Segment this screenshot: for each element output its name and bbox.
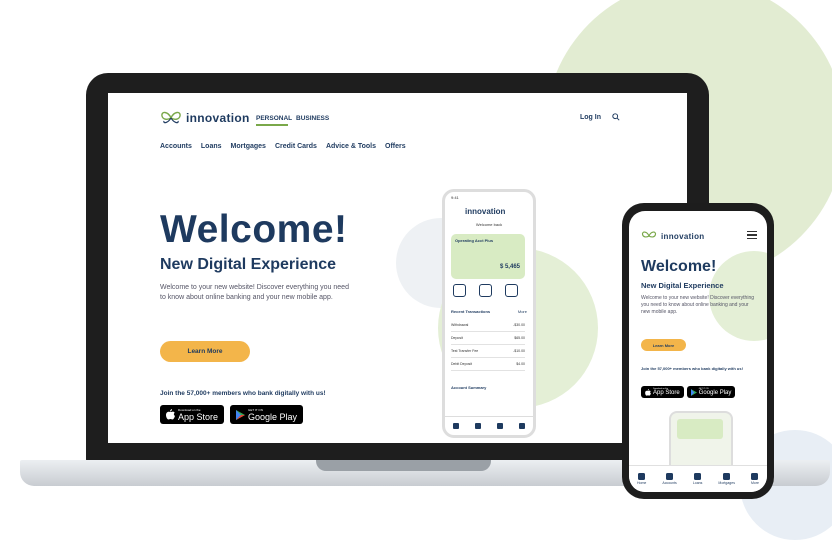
site-header: innovation PERSONAL BUSINESS Log In Acco… — [108, 93, 687, 158]
hamburger-menu-icon[interactable] — [747, 231, 757, 239]
mockup-quick-actions — [453, 284, 518, 297]
mockup-recent-title: Recent Transactions — [451, 309, 491, 314]
phone-hero-title: Welcome! — [641, 258, 717, 275]
transaction-amount: $4.00 — [516, 362, 525, 366]
mockup-balance: $ 5,465 — [499, 264, 520, 270]
mockup-account-summary: Account Summary — [451, 385, 487, 390]
join-text: Join the 57,000+ members who bank digita… — [160, 390, 326, 397]
transaction-amount: -$30.00 — [513, 323, 525, 327]
hero-body: Welcome to your new website! Discover ev… — [160, 284, 349, 301]
transaction-desc: Deposit — [451, 336, 463, 340]
tab-more[interactable]: More — [751, 473, 759, 485]
tab-home[interactable]: Home — [637, 473, 646, 485]
phone-logo[interactable]: innovation — [641, 231, 704, 241]
segment-business[interactable]: BUSINESS — [296, 115, 329, 122]
mockup-status-time: 9:41 — [451, 195, 459, 200]
butterfly-logo-icon — [161, 111, 181, 124]
login-link[interactable]: Log In — [580, 114, 601, 121]
home-icon — [453, 423, 459, 429]
list-item: Withdrawal -$30.00 — [451, 319, 525, 332]
google-play-text: Google Play — [698, 390, 732, 397]
butterfly-logo-icon — [641, 231, 657, 238]
site-logo[interactable]: innovation — [160, 111, 250, 125]
app-store-badge[interactable]: Download on the App Store — [160, 405, 225, 424]
app-mockup-phone: 9:41 innovation Welcome back Operating A… — [442, 189, 536, 438]
phone-tabbar: Home Accounts Loans Mortgages More — [629, 465, 767, 492]
search-icon[interactable] — [612, 113, 620, 121]
mockup-welcome: Welcome back — [475, 222, 503, 227]
phone-hero-body: Welcome to your new website! Discover ev… — [641, 295, 755, 315]
tab-label: More — [750, 481, 759, 485]
mockup-logo: innovation — [465, 207, 506, 216]
google-play-badge[interactable]: GET IT ON Google Play — [230, 405, 304, 424]
list-item: Deposit $65.00 — [451, 332, 525, 345]
mockup-account-card: Operating Acct Plus $ 5,465 — [451, 234, 525, 279]
transfer-icon — [453, 284, 466, 297]
tab-label: Accounts — [662, 481, 677, 485]
segment-personal[interactable]: PERSONAL — [256, 115, 292, 122]
transaction-amount: $65.00 — [514, 336, 525, 340]
google-play-text: Google Play — [248, 411, 298, 422]
app-store-text: App Store — [178, 411, 219, 422]
list-item: Debit Deposit $4.00 — [451, 358, 525, 371]
phone-join-text: Join the 57,000+ members who bank digita… — [641, 366, 743, 371]
apple-icon — [645, 388, 651, 396]
accounts-icon — [666, 473, 674, 480]
more-icon — [519, 423, 525, 429]
nav-advice-tools[interactable]: Advice & Tools — [326, 143, 376, 150]
pay-icon — [505, 284, 518, 297]
active-segment-indicator — [256, 124, 288, 126]
app-store-text: App Store — [653, 390, 680, 397]
nav-offers[interactable]: Offers — [385, 143, 406, 150]
deposit-icon — [479, 284, 492, 297]
google-play-badge[interactable]: GET IT ON Google Play — [686, 386, 736, 398]
tab-label: Home — [637, 481, 647, 485]
phone-learn-more-button[interactable]: Learn More — [641, 339, 686, 351]
learn-more-button[interactable]: Learn More — [160, 341, 250, 362]
nav-accounts[interactable]: Accounts — [160, 143, 192, 150]
nav-loans[interactable]: Loans — [201, 143, 222, 150]
home-icon — [638, 473, 646, 480]
preview-card — [677, 419, 723, 439]
logo-wordmark: innovation — [186, 111, 250, 125]
phone-hero-subtitle: New Digital Experience — [641, 281, 724, 290]
google-play-icon — [236, 409, 246, 420]
accounts-icon — [475, 423, 481, 429]
mortgages-icon — [723, 473, 731, 480]
mockup-transactions: Withdrawal -$30.00 Deposit $65.00 Test Tra… — [451, 319, 525, 371]
tab-label: Mortgages — [718, 481, 735, 485]
nav-credit-cards[interactable]: Credit Cards — [275, 143, 317, 150]
transaction-desc: Withdrawal — [451, 323, 469, 327]
app-store-badge[interactable]: Download on the App Store — [641, 386, 684, 398]
mockup-card-title: Operating Acct Plus — [455, 238, 494, 243]
tab-accounts[interactable]: Accounts — [662, 473, 677, 485]
tab-label: Loans — [692, 481, 703, 485]
nav-mortgages[interactable]: Mortgages — [231, 143, 266, 150]
phone-store-badges: Download on the App Store GET IT ON Goog… — [641, 386, 736, 398]
phone-screen: innovation Welcome! New Digital Experien… — [629, 211, 767, 492]
laptop-screen: innovation PERSONAL BUSINESS Log In Acco… — [108, 93, 687, 443]
tab-loans[interactable]: Loans — [692, 473, 703, 485]
hero-title: Welcome! — [160, 208, 348, 251]
mockup-tabbar — [445, 416, 533, 435]
apple-icon — [166, 409, 175, 420]
mockup-more: More — [517, 309, 527, 314]
google-play-icon — [690, 388, 697, 396]
tab-mortgages[interactable]: Mortgages — [718, 473, 735, 485]
more-icon — [751, 473, 759, 480]
hero-subtitle: New Digital Experience — [160, 256, 337, 273]
laptop-notch — [316, 460, 491, 471]
transfer-icon — [497, 423, 503, 429]
transaction-amount: -$10.00 — [513, 349, 525, 353]
list-item: Test Transfer Fee -$10.00 — [451, 345, 525, 358]
main-nav: Accounts Loans Mortgages Credit Cards Ad… — [160, 143, 406, 150]
loans-icon — [694, 473, 702, 480]
transaction-desc: Test Transfer Fee — [451, 349, 479, 353]
store-badges: Download on the App Store GET IT ON Goog… — [160, 405, 304, 424]
logo-wordmark: innovation — [661, 231, 705, 241]
transaction-desc: Debit Deposit — [451, 362, 473, 366]
